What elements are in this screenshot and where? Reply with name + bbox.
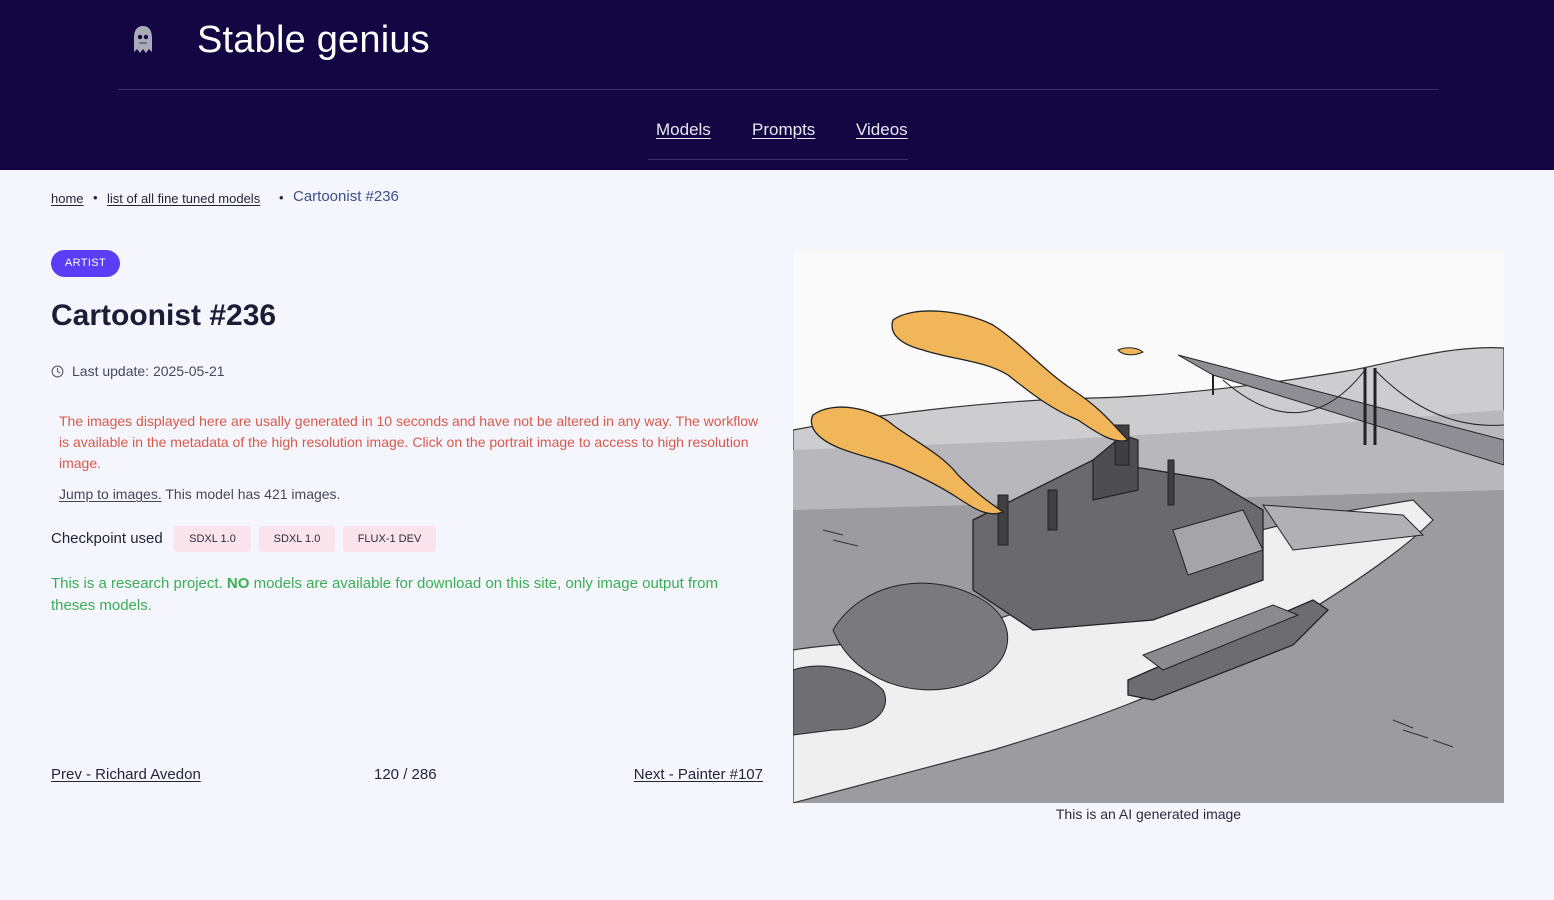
breadcrumb-model-list[interactable]: list of all fine tuned models: [107, 191, 260, 206]
generation-notice: The images displayed here are usally gen…: [59, 413, 759, 471]
page-position: 120 / 286: [374, 766, 437, 783]
breadcrumb-current: Cartoonist #236: [293, 188, 399, 205]
checkpoint-chip[interactable]: FLUX-1 DEV: [343, 526, 436, 552]
category-badge[interactable]: ARTIST: [51, 250, 120, 277]
header-divider: [118, 89, 1438, 90]
generated-image[interactable]: [793, 250, 1504, 803]
main-nav: Models Prompts Videos: [648, 118, 908, 160]
jump-line: Jump to images. This model has 421 image…: [59, 486, 340, 502]
breadcrumb-home[interactable]: home: [51, 191, 84, 206]
site-title[interactable]: Stable genius: [197, 17, 430, 63]
clock-icon: [51, 365, 64, 378]
checkpoint-chip[interactable]: SDXL 1.0: [259, 526, 335, 552]
jump-to-images-link[interactable]: Jump to images.: [59, 486, 162, 502]
site-header: Stable genius Models Prompts Videos: [0, 0, 1554, 170]
ghost-icon[interactable]: [131, 24, 155, 56]
image-count-text: This model has 421 images.: [165, 486, 341, 502]
next-link[interactable]: Next - Painter #107: [634, 766, 763, 783]
breadcrumb-separator: •: [279, 190, 284, 205]
research-notice: This is a research project. NO models ar…: [51, 573, 761, 617]
pagination: Prev - Richard Avedon 120 / 286 Next - P…: [51, 766, 763, 786]
nav-videos[interactable]: Videos: [856, 120, 908, 140]
cartoon-factory-illustration: [793, 250, 1504, 803]
research-prefix: This is a research project.: [51, 575, 227, 592]
prev-link[interactable]: Prev - Richard Avedon: [51, 766, 201, 783]
nav-models[interactable]: Models: [656, 120, 711, 140]
image-caption: This is an AI generated image: [1055, 806, 1242, 822]
breadcrumb-separator: •: [93, 190, 98, 205]
checkpoint-label: Checkpoint used: [51, 530, 163, 547]
page-title: Cartoonist #236: [51, 299, 277, 332]
nav-prompts[interactable]: Prompts: [752, 120, 815, 140]
research-bold: NO: [226, 575, 250, 592]
checkpoint-chip[interactable]: SDXL 1.0: [174, 526, 251, 552]
last-update-text: Last update: 2025-05-21: [72, 363, 225, 379]
